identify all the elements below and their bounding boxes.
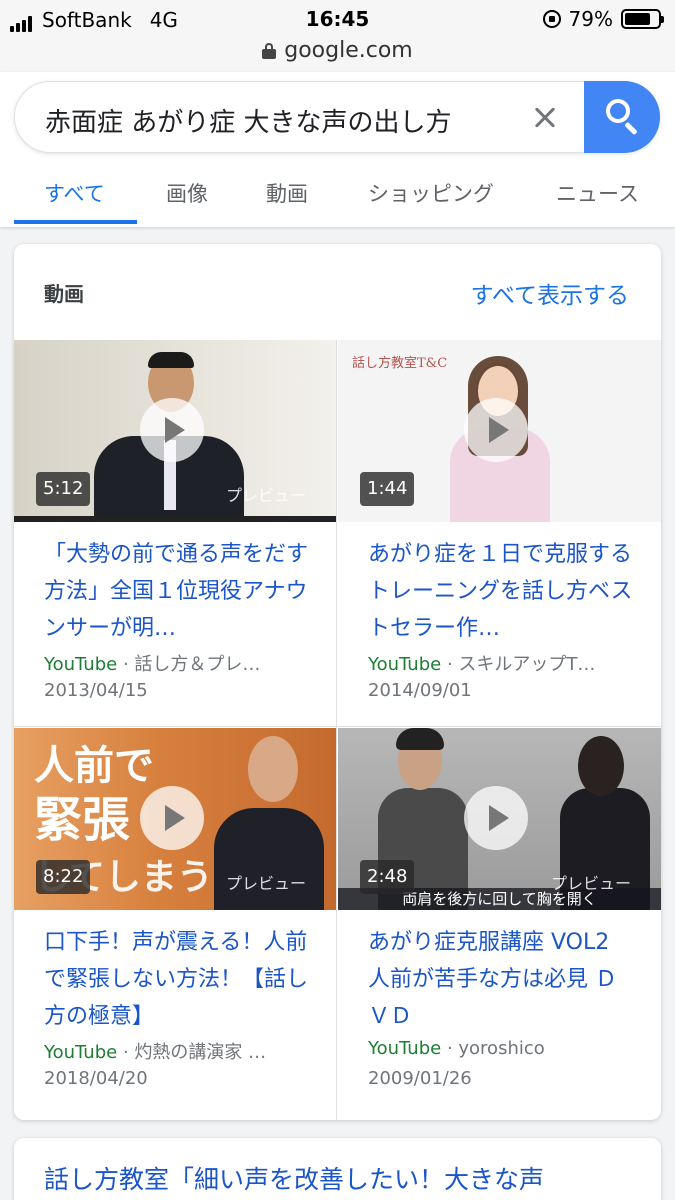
rotation-lock-icon bbox=[542, 10, 561, 28]
video-date: 2013/04/15 bbox=[44, 680, 148, 701]
video-date: 2014/09/01 bbox=[368, 680, 472, 701]
presenter-hair bbox=[148, 352, 194, 368]
tab-news[interactable]: ニュース bbox=[556, 178, 639, 208]
preview-label: プレビュー bbox=[225, 486, 306, 505]
thumb-label: 話し方教室T&C bbox=[352, 356, 448, 371]
search-input[interactable]: 赤面症 あがり症 大きな声の出し方 bbox=[45, 102, 452, 139]
video-thumbnail[interactable]: 人前で 緊張 してしまう 8:22 プレビュー bbox=[14, 728, 336, 910]
play-icon[interactable] bbox=[140, 786, 204, 850]
video-title[interactable]: あがり症を１日で克服するトレーニングを話し方ベストセラー作… bbox=[368, 536, 638, 647]
videos-card-title: 動画 bbox=[44, 282, 84, 306]
tab-videos[interactable]: 動画 bbox=[266, 178, 308, 208]
play-icon[interactable] bbox=[464, 398, 528, 462]
active-tab-indicator bbox=[14, 220, 137, 224]
videos-card-header: 動画 すべて表示する bbox=[14, 244, 661, 340]
video-item[interactable]: 両肩を後方に回して胸を開く 2:48 プレビュー あがり症克服講座 VOL2 人… bbox=[338, 728, 661, 1114]
status-bar: SoftBank 4G 16:45 79% bbox=[0, 0, 675, 38]
person-right-head bbox=[578, 736, 624, 796]
search-header: 赤面症 あがり症 大きな声の出し方 すべて 画像 動画 ショッピング ニュース bbox=[0, 72, 675, 227]
search-icon bbox=[606, 99, 630, 123]
grid-divider-horizontal bbox=[14, 726, 661, 727]
video-date: 2018/04/20 bbox=[44, 1068, 148, 1089]
result-card[interactable]: 話し方教室「細い声を改善したい！大きな声 bbox=[14, 1138, 661, 1200]
video-meta: YouTube · スキルアップT… bbox=[368, 650, 648, 676]
video-channel: · 灼熱の講演家 … bbox=[122, 1042, 267, 1063]
play-icon[interactable] bbox=[464, 786, 528, 850]
video-channel: · 話し方＆プレ… bbox=[122, 654, 261, 675]
search-tabs: すべて 画像 動画 ショッピング ニュース bbox=[0, 172, 675, 227]
grid-divider-vertical bbox=[336, 340, 337, 1120]
videos-card: 動画 すべて表示する 5:12 プレビュー 「大勢の前で通る声をだす方法」全国１… bbox=[14, 244, 661, 1120]
video-channel: · yoroshico bbox=[446, 1038, 545, 1059]
search-box[interactable]: 赤面症 あがり症 大きな声の出し方 bbox=[14, 81, 660, 153]
video-thumbnail[interactable]: 話し方教室T&C 1:44 bbox=[338, 340, 661, 522]
speaker-head bbox=[248, 736, 298, 802]
preview-label: プレビュー bbox=[550, 874, 631, 893]
video-item[interactable]: 人前で 緊張 してしまう 8:22 プレビュー 口下手！声が震える！人前で緊張し… bbox=[14, 728, 336, 1114]
see-all-link[interactable]: すべて表示する bbox=[471, 276, 629, 310]
video-source: YouTube bbox=[368, 654, 442, 675]
video-meta: YouTube · 話し方＆プレ… bbox=[44, 650, 324, 676]
result-title[interactable]: 話し方教室「細い声を改善したい！大きな声 bbox=[44, 1160, 644, 1196]
video-duration: 2:48 bbox=[360, 860, 415, 894]
video-item[interactable]: 話し方教室T&C 1:44 あがり症を１日で克服するトレーニングを話し方ベストセ… bbox=[338, 340, 661, 726]
padlock-icon bbox=[262, 42, 277, 59]
desk-edge bbox=[14, 516, 336, 522]
video-duration: 5:12 bbox=[36, 472, 91, 506]
video-duration: 8:22 bbox=[36, 860, 91, 894]
video-grid: 5:12 プレビュー 「大勢の前で通る声をだす方法」全国１位現役アナウンサーが明… bbox=[14, 340, 661, 1120]
video-thumbnail[interactable]: 5:12 プレビュー bbox=[14, 340, 336, 522]
tab-all[interactable]: すべて bbox=[44, 178, 105, 208]
video-date: 2009/01/26 bbox=[368, 1068, 472, 1089]
url-domain: google.com bbox=[284, 38, 413, 63]
video-source: YouTube bbox=[368, 1038, 442, 1059]
person-left-hair bbox=[396, 728, 444, 750]
video-source: YouTube bbox=[44, 654, 118, 675]
tab-shopping[interactable]: ショッピング bbox=[368, 178, 494, 208]
status-right: 79% bbox=[542, 7, 664, 31]
search-button[interactable] bbox=[584, 81, 660, 153]
video-meta: YouTube · 灼熱の講演家 … bbox=[44, 1038, 324, 1064]
video-item[interactable]: 5:12 プレビュー 「大勢の前で通る声をだす方法」全国１位現役アナウンサーが明… bbox=[14, 340, 336, 726]
tab-images[interactable]: 画像 bbox=[166, 178, 208, 208]
video-meta: YouTube · yoroshico bbox=[368, 1038, 648, 1059]
clear-icon[interactable] bbox=[527, 100, 563, 136]
thumb-text: 人前で bbox=[34, 743, 154, 789]
url-bar[interactable]: google.com bbox=[0, 38, 675, 72]
video-title[interactable]: 「大勢の前で通る声をだす方法」全国１位現役アナウンサーが明… bbox=[44, 536, 314, 647]
video-title[interactable]: あがり症克服講座 VOL2 人前が苦手な方は必見 ＤＶＤ bbox=[368, 924, 638, 1035]
thumb-text: 緊張 bbox=[34, 792, 131, 848]
video-channel: · スキルアップT… bbox=[446, 654, 596, 675]
battery-icon bbox=[621, 9, 664, 29]
play-icon[interactable] bbox=[140, 398, 204, 462]
video-thumbnail[interactable]: 両肩を後方に回して胸を開く 2:48 プレビュー bbox=[338, 728, 661, 910]
video-title[interactable]: 口下手！声が震える！人前で緊張しない方法！【話し方の極意】 bbox=[44, 924, 314, 1035]
battery-percent: 79% bbox=[568, 7, 613, 31]
video-duration: 1:44 bbox=[360, 472, 415, 506]
speaker-body bbox=[214, 808, 324, 910]
video-source: YouTube bbox=[44, 1042, 118, 1063]
preview-label: プレビュー bbox=[225, 874, 306, 893]
